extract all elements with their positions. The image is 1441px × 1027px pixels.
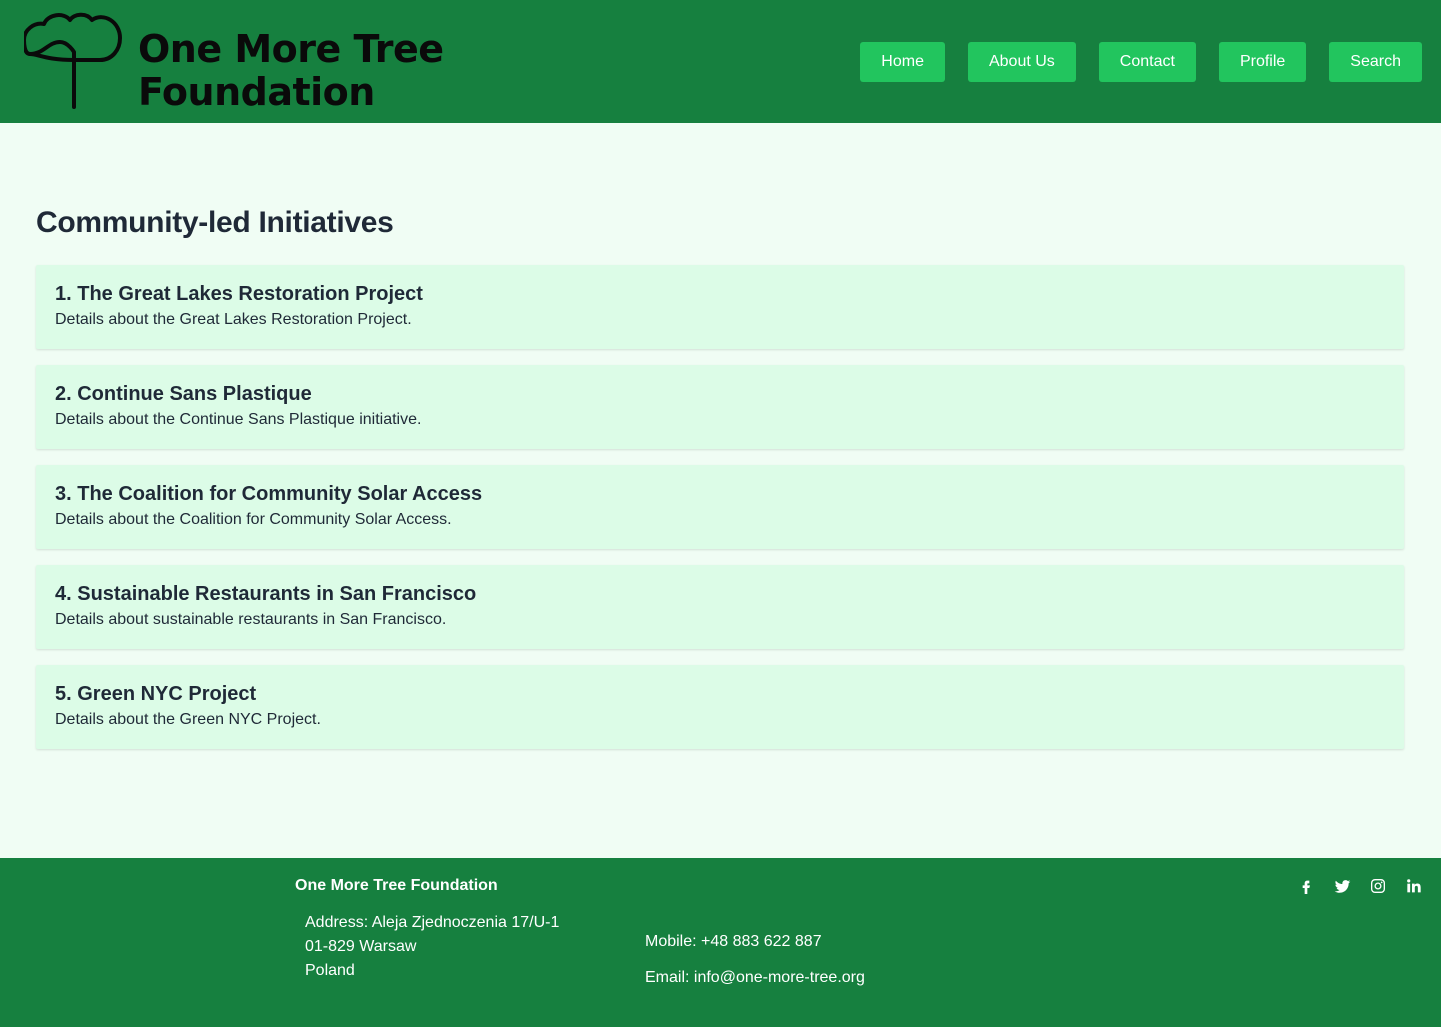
site-footer: One More Tree Foundation Address: Aleja … <box>0 858 1441 1027</box>
main-content: Community-led Initiatives 1. The Great L… <box>36 205 1404 765</box>
logo-line-2: Foundation <box>138 70 375 114</box>
initiative-card[interactable]: 4. Sustainable Restaurants in San Franci… <box>36 565 1404 649</box>
main-nav: Home About Us Contact Profile Search <box>860 42 1422 82</box>
logo[interactable]: One More Tree Foundation <box>24 12 444 114</box>
site-header: One More Tree Foundation Home About Us C… <box>0 0 1441 123</box>
initiative-description: Details about sustainable restaurants in… <box>55 611 447 628</box>
initiative-card[interactable]: 2. Continue Sans Plastique Details about… <box>36 365 1404 449</box>
footer-mobile: Mobile: +48 883 622 887 <box>645 933 822 950</box>
initiative-description: Details about the Great Lakes Restoratio… <box>55 311 412 328</box>
initiative-title: 3. The Coalition for Community Solar Acc… <box>55 483 483 505</box>
initiative-title: 5. Green NYC Project <box>55 683 257 705</box>
logo-text: One More Tree Foundation <box>138 28 444 114</box>
address-line: Address: Aleja Zjednoczenia 17/U-1 <box>305 914 560 931</box>
initiative-card[interactable]: 1. The Great Lakes Restoration Project D… <box>36 265 1404 349</box>
initiative-title: 4. Sustainable Restaurants in San Franci… <box>55 583 477 605</box>
footer-email[interactable]: Email: info@one-more-tree.org <box>645 968 865 988</box>
facebook-icon[interactable] <box>1297 877 1315 895</box>
nav-about-button[interactable]: About Us <box>967 42 1076 82</box>
footer-contact: Mobile: +48 883 622 887 Email: info@one-… <box>645 932 865 988</box>
social-links <box>1297 877 1423 895</box>
initiative-description: Details about the Continue Sans Plastiqu… <box>55 411 422 428</box>
footer-address: Address: Aleja Zjednoczenia 17/U-1 01-82… <box>305 911 559 983</box>
nav-profile-button[interactable]: Profile <box>1218 42 1307 82</box>
page-title: Community-led Initiatives <box>36 206 394 239</box>
nav-contact-button[interactable]: Contact <box>1098 42 1196 82</box>
address-line: Poland <box>305 962 355 979</box>
logo-line-1: One More Tree <box>138 27 444 71</box>
nav-home-button[interactable]: Home <box>860 42 945 82</box>
initiative-title: 2. Continue Sans Plastique <box>55 383 312 405</box>
twitter-icon[interactable] <box>1333 877 1351 895</box>
address-line: 01-829 Warsaw <box>305 938 417 955</box>
initiative-description: Details about the Green NYC Project. <box>55 711 321 728</box>
tree-icon <box>24 12 122 109</box>
initiative-title: 1. The Great Lakes Restoration Project <box>55 283 423 305</box>
initiative-card[interactable]: 5. Green NYC Project Details about the G… <box>36 665 1404 749</box>
initiative-description: Details about the Coalition for Communit… <box>55 511 452 528</box>
linkedin-icon[interactable] <box>1405 877 1423 895</box>
footer-org-name: One More Tree Foundation <box>295 877 498 894</box>
instagram-icon[interactable] <box>1369 877 1387 895</box>
initiative-card[interactable]: 3. The Coalition for Community Solar Acc… <box>36 465 1404 549</box>
nav-search-button[interactable]: Search <box>1329 42 1422 82</box>
